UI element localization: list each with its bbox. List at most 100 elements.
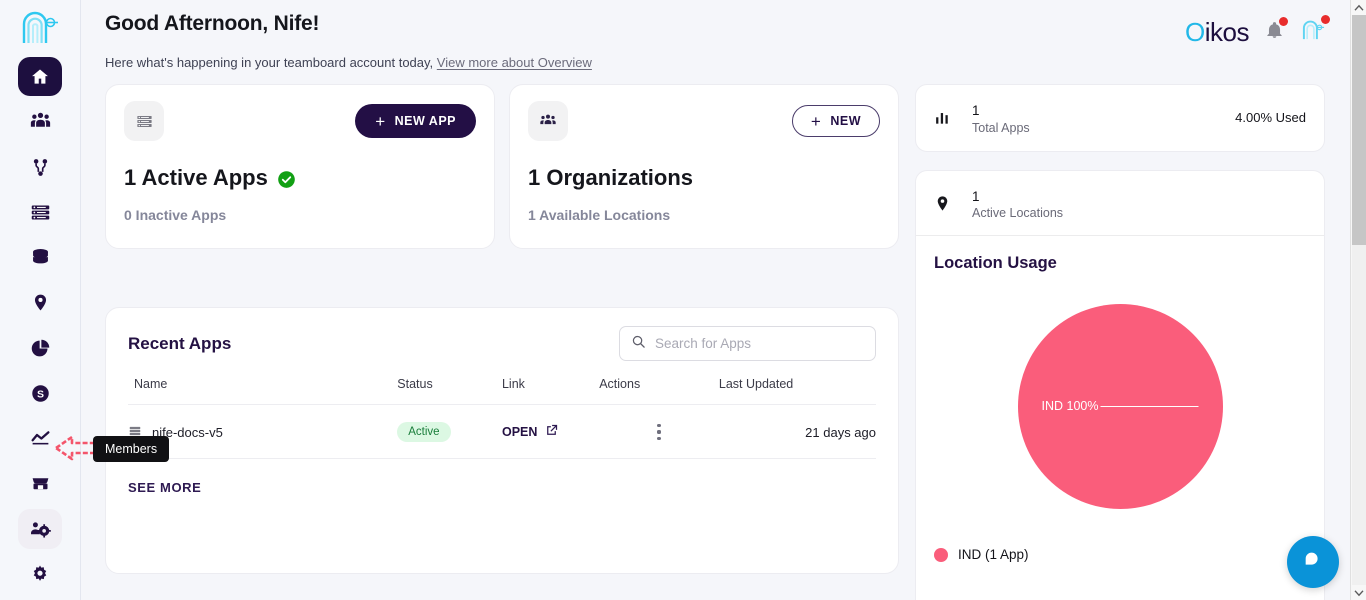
- scrollbar-track[interactable]: [1352, 245, 1366, 585]
- pie-slice-label-text: IND 100%: [1042, 399, 1099, 413]
- verified-check-icon: [277, 169, 296, 188]
- left-column: + NEW APP 1 Active Apps 0 Inactive Apps: [105, 84, 899, 600]
- inactive-apps-subtitle: 0 Inactive Apps: [124, 207, 476, 223]
- dollar-circle-icon: S: [30, 383, 51, 404]
- chart-legend: IND (1 App): [934, 547, 1306, 562]
- brand-name: Oikos: [1185, 17, 1249, 48]
- chat-widget-button[interactable]: [1287, 536, 1339, 588]
- sidebar: S: [0, 0, 81, 600]
- new-organization-button-label: NEW: [830, 114, 861, 128]
- overview-link[interactable]: View more about Overview: [437, 55, 592, 70]
- greeting-block: Good Afternoon, Nife! Here what's happen…: [105, 12, 592, 70]
- users-group-icon: [528, 101, 568, 141]
- cell-status: Active: [397, 405, 502, 459]
- pie-chart-icon: [30, 338, 51, 359]
- scrollbar-thumb[interactable]: [1352, 15, 1366, 245]
- sidebar-item-analytics[interactable]: [18, 329, 62, 368]
- total-apps-card: 1 Total Apps 4.00% Used: [915, 84, 1325, 152]
- brand-rest: ikos: [1205, 17, 1249, 47]
- sidebar-item-home[interactable]: [18, 57, 62, 96]
- active-locations-card: 1 Active Locations: [915, 170, 1325, 237]
- total-apps-value: 1: [972, 101, 1030, 121]
- notifications-button[interactable]: [1265, 20, 1284, 45]
- sidebar-item-marketplace[interactable]: [18, 464, 62, 503]
- active-apps-card-header: + NEW APP: [124, 101, 476, 141]
- sidebar-item-teams[interactable]: [18, 102, 62, 141]
- subtitle-text: Here what's happening in your teamboard …: [105, 55, 433, 70]
- bar-chart-icon: [934, 109, 964, 127]
- new-app-button[interactable]: + NEW APP: [355, 104, 476, 138]
- notification-badge: [1279, 17, 1288, 26]
- database-icon: [30, 247, 51, 268]
- active-locations-value: 1: [972, 187, 1063, 207]
- available-locations-subtitle: 1 Available Locations: [528, 207, 880, 223]
- page-subtitle: Here what's happening in your teamboard …: [105, 55, 592, 70]
- active-locations-text: 1 Active Locations: [972, 187, 1063, 221]
- gear-icon: [30, 564, 50, 584]
- sidebar-item-billing[interactable]: S: [18, 374, 62, 413]
- column-header-status: Status: [397, 377, 502, 405]
- sidebar-item-workflows[interactable]: [18, 148, 62, 187]
- open-app-link[interactable]: OPEN: [502, 423, 599, 441]
- legend-color-dot: [934, 548, 948, 562]
- recent-apps-card: Recent Apps Name Status: [105, 307, 899, 574]
- table-row[interactable]: nife-docs-v5 Active OPEN: [128, 405, 876, 459]
- members-gear-icon: [29, 518, 51, 540]
- cell-actions: [599, 405, 719, 459]
- main-content: Good Afternoon, Nife! Here what's happen…: [81, 0, 1366, 600]
- open-link-label: OPEN: [502, 425, 537, 439]
- scroll-up-button[interactable]: [1351, 0, 1366, 15]
- page-header: Good Afternoon, Nife! Here what's happen…: [105, 0, 1348, 70]
- chat-bubble-icon: [1302, 549, 1324, 576]
- organizations-card-header: + NEW: [528, 101, 880, 141]
- trend-line-icon: [30, 428, 51, 449]
- profile-button[interactable]: [1300, 18, 1326, 47]
- right-column: 1 Total Apps 4.00% Used 1 Active Locatio…: [915, 84, 1325, 600]
- sidebar-item-apps[interactable]: [18, 193, 62, 232]
- active-apps-title-text: 1 Active Apps: [124, 165, 268, 191]
- branch-icon: [30, 157, 51, 178]
- table-body: nife-docs-v5 Active OPEN: [128, 405, 876, 459]
- legend-label: IND (1 App): [958, 547, 1029, 562]
- active-locations-label: Active Locations: [972, 206, 1063, 220]
- location-usage-title: Location Usage: [934, 236, 1306, 273]
- new-app-button-label: NEW APP: [395, 114, 456, 128]
- sidebar-item-members[interactable]: [18, 509, 62, 548]
- server-list-icon: [30, 202, 51, 223]
- profile-badge: [1321, 15, 1330, 24]
- column-header-actions: Actions: [599, 377, 719, 405]
- organizations-card: + NEW 1 Organizations 1 Available Locati…: [509, 84, 899, 249]
- table-head: Name Status Link Actions Last Updated: [128, 377, 876, 405]
- status-badge: Active: [397, 422, 450, 442]
- column-header-name: Name: [128, 377, 397, 405]
- see-more-button[interactable]: SEE MORE: [128, 480, 201, 495]
- kebab-menu-icon[interactable]: [599, 424, 719, 440]
- members-tooltip: Members: [93, 436, 169, 462]
- new-organization-button[interactable]: + NEW: [792, 105, 880, 137]
- pie-slice-label: IND 100%: [1042, 399, 1199, 413]
- dashboard-body: + NEW APP 1 Active Apps 0 Inactive Apps: [105, 84, 1348, 600]
- search-input[interactable]: [655, 336, 864, 351]
- pie-chart: IND 100%: [1018, 304, 1223, 509]
- map-pin-icon: [934, 194, 964, 213]
- recent-apps-table: Name Status Link Actions Last Updated: [128, 377, 876, 459]
- column-header-last-updated: Last Updated: [719, 377, 876, 405]
- sidebar-item-databases[interactable]: [18, 238, 62, 277]
- page-title: Good Afternoon, Nife!: [105, 12, 592, 36]
- cell-last-updated: 21 days ago: [719, 405, 876, 459]
- total-apps-used: 4.00% Used: [1235, 110, 1306, 125]
- scroll-down-button[interactable]: [1351, 585, 1366, 600]
- sidebar-item-locations[interactable]: [18, 283, 62, 322]
- users-icon: [30, 111, 51, 132]
- app-root: S: [0, 0, 1366, 600]
- nife-logo[interactable]: [18, 7, 62, 48]
- organizations-title-text: 1 Organizations: [528, 165, 693, 191]
- header-actions: Oikos: [1185, 12, 1348, 48]
- active-apps-card: + NEW APP 1 Active Apps 0 Inactive Apps: [105, 84, 495, 249]
- pie-leader-line: [1100, 406, 1198, 407]
- page-scrollbar[interactable]: [1350, 0, 1366, 600]
- sidebar-item-settings[interactable]: [18, 555, 62, 594]
- search-apps-box[interactable]: [619, 326, 876, 361]
- location-usage-card: Location Usage IND 100% IND (1 App): [915, 235, 1325, 600]
- total-apps-label: Total Apps: [972, 121, 1030, 135]
